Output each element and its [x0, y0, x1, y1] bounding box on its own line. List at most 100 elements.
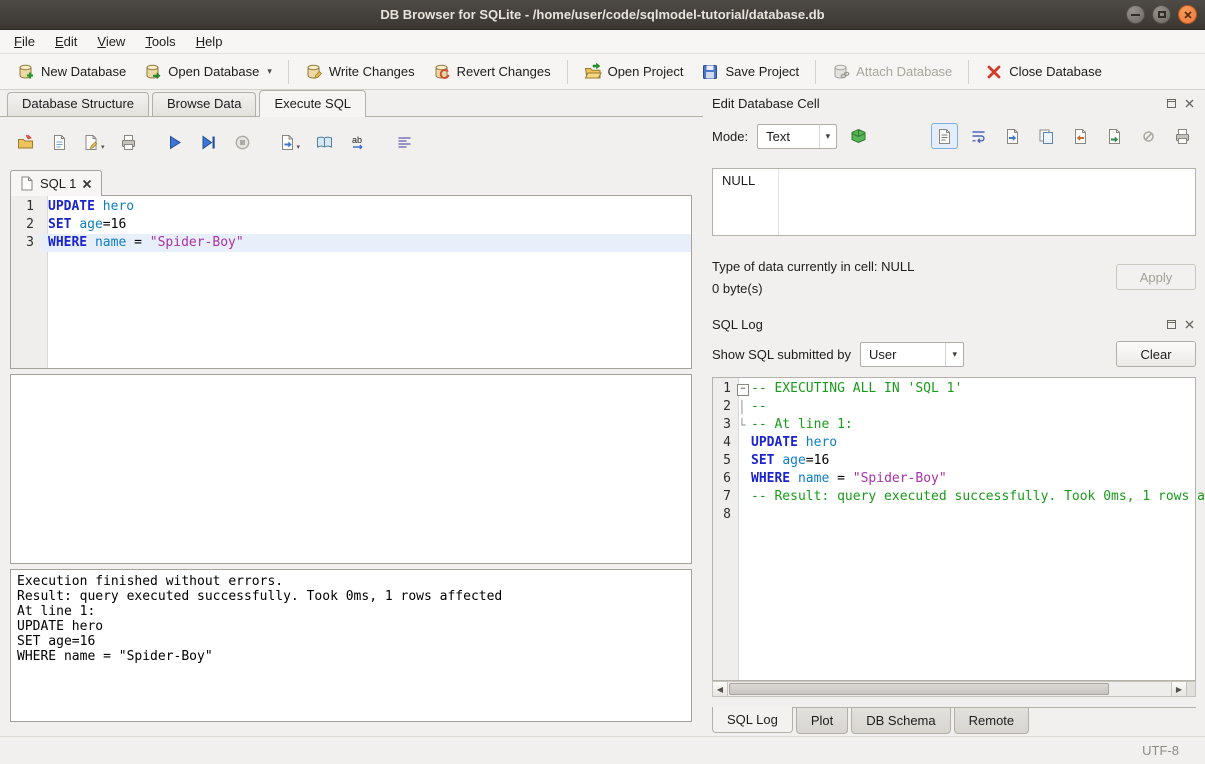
menubar: File Edit View Tools Help — [0, 30, 1205, 54]
edit-cell-float-button[interactable] — [1165, 97, 1178, 110]
print-cell-button[interactable] — [1169, 123, 1196, 149]
tab-remote[interactable]: Remote — [954, 708, 1030, 734]
copy-cell-button[interactable] — [1033, 123, 1060, 149]
write-changes-button[interactable]: Write Changes — [296, 58, 424, 86]
stop-button[interactable] — [230, 130, 256, 156]
export-results-icon — [279, 134, 296, 151]
code-line[interactable]: 3WHERE name = "Spider-Boy" — [11, 234, 691, 252]
chevron-down-icon: ▾ — [819, 125, 837, 148]
sql-log-view[interactable]: 1-- EXECUTING ALL IN 'SQL 1'2│--3└-- At … — [712, 377, 1196, 681]
chevron-down-icon: ▾ — [945, 343, 963, 366]
export-results-dropdown-icon[interactable]: ▾ — [297, 143, 301, 151]
menu-view[interactable]: View — [87, 30, 135, 53]
open-sql-file-button[interactable] — [12, 130, 38, 156]
code-line[interactable]: 4UPDATE hero — [713, 434, 1195, 452]
tab-browse-data[interactable]: Browse Data — [152, 92, 256, 116]
find-replace-icon: ab — [350, 134, 367, 151]
write-changes-icon — [305, 63, 323, 81]
mode-combo[interactable]: Text ▾ — [757, 124, 837, 149]
save-project-button[interactable]: Save Project — [692, 58, 808, 86]
menu-help[interactable]: Help — [186, 30, 233, 53]
browse-button[interactable] — [311, 130, 337, 156]
code-line[interactable]: 1-- EXECUTING ALL IN 'SQL 1' — [713, 380, 1195, 398]
execution-log[interactable]: Execution finished without errors. Resul… — [11, 570, 691, 668]
sql-tab[interactable]: SQL 1 — [10, 170, 102, 196]
scroll-left-icon[interactable]: ◀ — [713, 682, 728, 696]
sql-tab-close-icon[interactable] — [82, 179, 92, 189]
log-horizontal-scrollbar[interactable]: ◀ ▶ — [712, 681, 1196, 697]
import-data-button[interactable] — [845, 123, 872, 149]
text-mode-icon — [936, 128, 953, 145]
tab-plot[interactable]: Plot — [796, 708, 848, 734]
code-line[interactable]: 5SET age=16 — [713, 452, 1195, 470]
sql-log-close-button[interactable] — [1183, 318, 1196, 331]
new-database-button[interactable]: New Database — [8, 58, 135, 86]
menu-edit[interactable]: Edit — [45, 30, 87, 53]
export-icon — [1106, 128, 1123, 145]
tab-sql-log[interactable]: SQL Log — [712, 707, 793, 733]
code-line[interactable]: 3└-- At line 1: — [713, 416, 1195, 434]
open-database-dropdown-icon[interactable]: ▾ — [267, 66, 272, 77]
statusbar: UTF-8 — [0, 736, 1205, 764]
edit-cell-close-button[interactable] — [1183, 97, 1196, 110]
set-null-button[interactable] — [1135, 123, 1162, 149]
execute-current-line-button[interactable] — [196, 130, 222, 156]
editor-code[interactable]: 1UPDATE hero2SET age=163WHERE name = "Sp… — [11, 196, 691, 252]
format-sql-button[interactable] — [391, 130, 417, 156]
revert-changes-icon — [433, 63, 451, 81]
code-line[interactable]: 2│-- — [713, 398, 1195, 416]
execute-current-line-icon — [200, 134, 217, 151]
code-line[interactable]: 8 — [713, 506, 1195, 524]
clear-button[interactable]: Clear — [1116, 341, 1196, 367]
scrollbar-track[interactable] — [1109, 682, 1171, 696]
apply-button[interactable]: Apply — [1116, 264, 1196, 290]
code-line[interactable]: 2SET age=16 — [11, 216, 691, 234]
execute-all-button[interactable] — [162, 130, 188, 156]
find-replace-button[interactable]: ab — [345, 130, 371, 156]
save-sql-as-button[interactable]: ▾ — [80, 130, 108, 156]
sql-log-float-button[interactable] — [1165, 318, 1178, 331]
sql-editor[interactable]: 1UPDATE hero2SET age=163WHERE name = "Sp… — [10, 195, 692, 369]
save-sql-as-dropdown-icon[interactable]: ▾ — [101, 143, 105, 151]
attach-database-button[interactable]: Attach Database — [823, 58, 961, 86]
tab-database-structure[interactable]: Database Structure — [7, 92, 149, 116]
close-button[interactable] — [1178, 5, 1197, 24]
revert-changes-button[interactable]: Revert Changes — [424, 58, 560, 86]
code-line[interactable]: 6WHERE name = "Spider-Boy" — [713, 470, 1195, 488]
attach-database-icon — [832, 63, 850, 81]
float-icon — [1166, 98, 1177, 109]
export-cell-button[interactable] — [1101, 123, 1128, 149]
browse-icon — [316, 134, 333, 151]
sql-toolbar: ▾ ▾ ab — [12, 130, 703, 156]
import-cell-button[interactable] — [1067, 123, 1094, 149]
scrollbar-thumb[interactable] — [729, 683, 1109, 695]
save-sql-file-button[interactable] — [46, 130, 72, 156]
maximize-button[interactable] — [1152, 5, 1171, 24]
submitter-combo[interactable]: User ▾ — [860, 342, 964, 367]
close-database-button[interactable]: Close Database — [976, 58, 1111, 86]
sql-tab-label: SQL 1 — [40, 176, 76, 191]
word-wrap-button[interactable] — [965, 123, 992, 149]
log-code[interactable]: 1-- EXECUTING ALL IN 'SQL 1'2│--3└-- At … — [713, 378, 1195, 524]
cell-editor[interactable]: NULL — [712, 168, 1196, 236]
text-mode-button[interactable] — [931, 123, 958, 149]
open-project-button[interactable]: Open Project — [575, 58, 693, 86]
open-file-button[interactable] — [999, 123, 1026, 149]
stop-icon — [234, 134, 251, 151]
menu-file[interactable]: File — [4, 30, 45, 53]
close-icon — [1184, 98, 1195, 109]
execution-log-panel[interactable]: Execution finished without errors. Resul… — [10, 569, 692, 722]
open-file-icon — [1004, 128, 1021, 145]
print-button[interactable] — [116, 130, 142, 156]
sql-log-filter-row: Show SQL submitted by User ▾ Clear — [712, 340, 1196, 368]
minimize-button[interactable] — [1126, 5, 1145, 24]
tab-db-schema[interactable]: DB Schema — [851, 708, 950, 734]
code-line[interactable]: 1UPDATE hero — [11, 198, 691, 216]
open-database-button[interactable]: Open Database ▾ — [135, 58, 281, 86]
results-grid[interactable] — [10, 374, 692, 564]
export-results-button[interactable]: ▾ — [276, 130, 304, 156]
menu-tools[interactable]: Tools — [135, 30, 185, 53]
tab-execute-sql[interactable]: Execute SQL — [259, 90, 366, 117]
code-line[interactable]: 7-- Result: query executed successfully.… — [713, 488, 1195, 506]
scroll-right-icon[interactable]: ▶ — [1171, 682, 1186, 696]
